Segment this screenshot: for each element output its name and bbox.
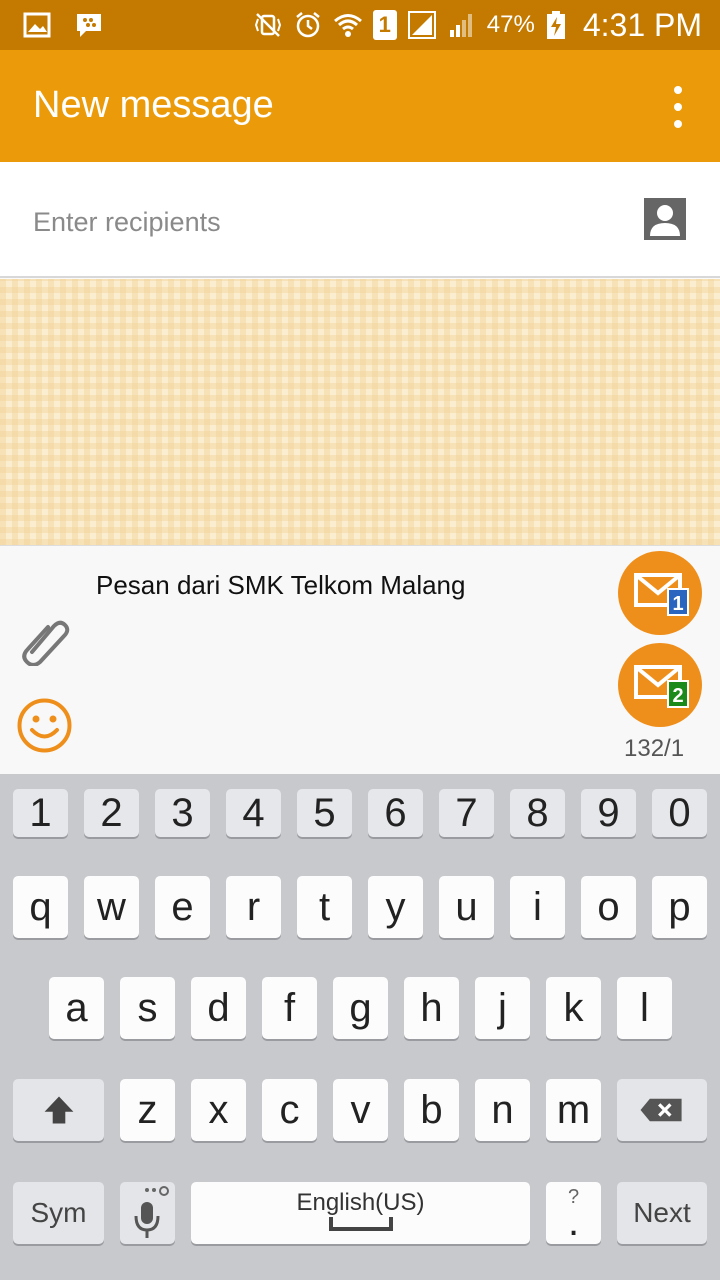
sym-label: Sym: [30, 1197, 87, 1228]
microphone-icon: [134, 1186, 169, 1238]
key-d[interactable]: d: [191, 977, 246, 1039]
recipients-row: [0, 162, 720, 278]
character-counter: 132/1: [624, 735, 685, 762]
key-g[interactable]: g: [333, 977, 388, 1039]
signal-icon: [407, 10, 437, 40]
key-t[interactable]: t: [297, 876, 352, 938]
key-6[interactable]: 6: [368, 789, 423, 837]
clock: 4:31 PM: [582, 6, 702, 43]
shift-icon: [44, 1096, 73, 1124]
sim2-label: 2: [672, 685, 683, 707]
conversation-area: [0, 279, 720, 545]
backspace-key[interactable]: [617, 1079, 707, 1141]
period-key[interactable]: ? .: [546, 1182, 601, 1244]
composer: Pesan dari SMK Telkom Malang 1 2 132/1: [0, 545, 720, 774]
key-5[interactable]: 5: [297, 789, 352, 837]
send-sim1-icon: 1: [634, 573, 689, 616]
period-label: .: [567, 1200, 580, 1244]
space-bar-icon: [328, 1217, 393, 1231]
key-9[interactable]: 9: [581, 789, 636, 837]
alarm-icon: [293, 10, 323, 40]
key-u[interactable]: u: [439, 876, 494, 938]
key-f[interactable]: f: [262, 977, 317, 1039]
app-bar: New message: [0, 50, 720, 162]
send-sim1-button[interactable]: 1: [618, 551, 702, 635]
key-8[interactable]: 8: [510, 789, 565, 837]
key-i[interactable]: i: [510, 876, 565, 938]
attach-icon[interactable]: [18, 612, 70, 666]
key-s[interactable]: s: [120, 977, 175, 1039]
message-input[interactable]: Pesan dari SMK Telkom Malang: [96, 570, 465, 601]
key-r[interactable]: r: [226, 876, 281, 938]
key-k[interactable]: k: [546, 977, 601, 1039]
page-title: New message: [33, 84, 274, 126]
key-e[interactable]: e: [155, 876, 210, 938]
space-key[interactable]: English(US): [191, 1182, 530, 1244]
next-key[interactable]: Next: [617, 1182, 707, 1244]
battery-charging-icon: [545, 10, 567, 40]
key-2[interactable]: 2: [84, 789, 139, 837]
key-p[interactable]: p: [652, 876, 707, 938]
key-4[interactable]: 4: [226, 789, 281, 837]
sim1-label: 1: [672, 593, 683, 615]
recipients-input[interactable]: [33, 200, 593, 244]
emoji-icon[interactable]: [16, 697, 73, 754]
battery-percentage: 47%: [486, 11, 535, 38]
send-sim2-button[interactable]: 2: [618, 643, 702, 727]
gallery-icon: [22, 10, 52, 40]
send-sim2-icon: 2: [634, 665, 689, 708]
key-j[interactable]: j: [475, 977, 530, 1039]
key-3[interactable]: 3: [155, 789, 210, 837]
key-b[interactable]: b: [404, 1079, 459, 1141]
key-1[interactable]: 1: [13, 789, 68, 837]
voice-key[interactable]: [120, 1182, 175, 1244]
shift-key[interactable]: [13, 1079, 104, 1141]
overflow-menu-icon[interactable]: [666, 86, 690, 128]
key-w[interactable]: w: [84, 876, 139, 938]
space-language-label: English(US): [296, 1189, 425, 1216]
key-x[interactable]: x: [191, 1079, 246, 1141]
next-label: Next: [633, 1197, 691, 1228]
key-v[interactable]: v: [333, 1079, 388, 1141]
key-0[interactable]: 0: [652, 789, 707, 837]
key-n[interactable]: n: [475, 1079, 530, 1141]
bbm-icon: [74, 10, 104, 40]
key-z[interactable]: z: [120, 1079, 175, 1141]
key-m[interactable]: m: [546, 1079, 601, 1141]
signal2-icon: [447, 10, 477, 40]
key-q[interactable]: q: [13, 876, 68, 938]
key-7[interactable]: 7: [439, 789, 494, 837]
key-a[interactable]: a: [49, 977, 104, 1039]
vibrate-icon: [253, 10, 283, 40]
key-l[interactable]: l: [617, 977, 672, 1039]
keyboard: 1 2 3 4 5 6 7 8 9 0 q w e r t y u i o p …: [0, 774, 720, 1280]
sim-icon: 1: [372, 10, 397, 40]
key-y[interactable]: y: [368, 876, 423, 938]
status-bar: 1 47% 4:31 PM: [0, 0, 720, 50]
sym-key[interactable]: Sym: [13, 1182, 104, 1244]
wifi-icon: [333, 10, 363, 40]
key-o[interactable]: o: [581, 876, 636, 938]
contact-icon[interactable]: [644, 198, 686, 240]
backspace-icon: [640, 1098, 682, 1122]
key-c[interactable]: c: [262, 1079, 317, 1141]
key-h[interactable]: h: [404, 977, 459, 1039]
